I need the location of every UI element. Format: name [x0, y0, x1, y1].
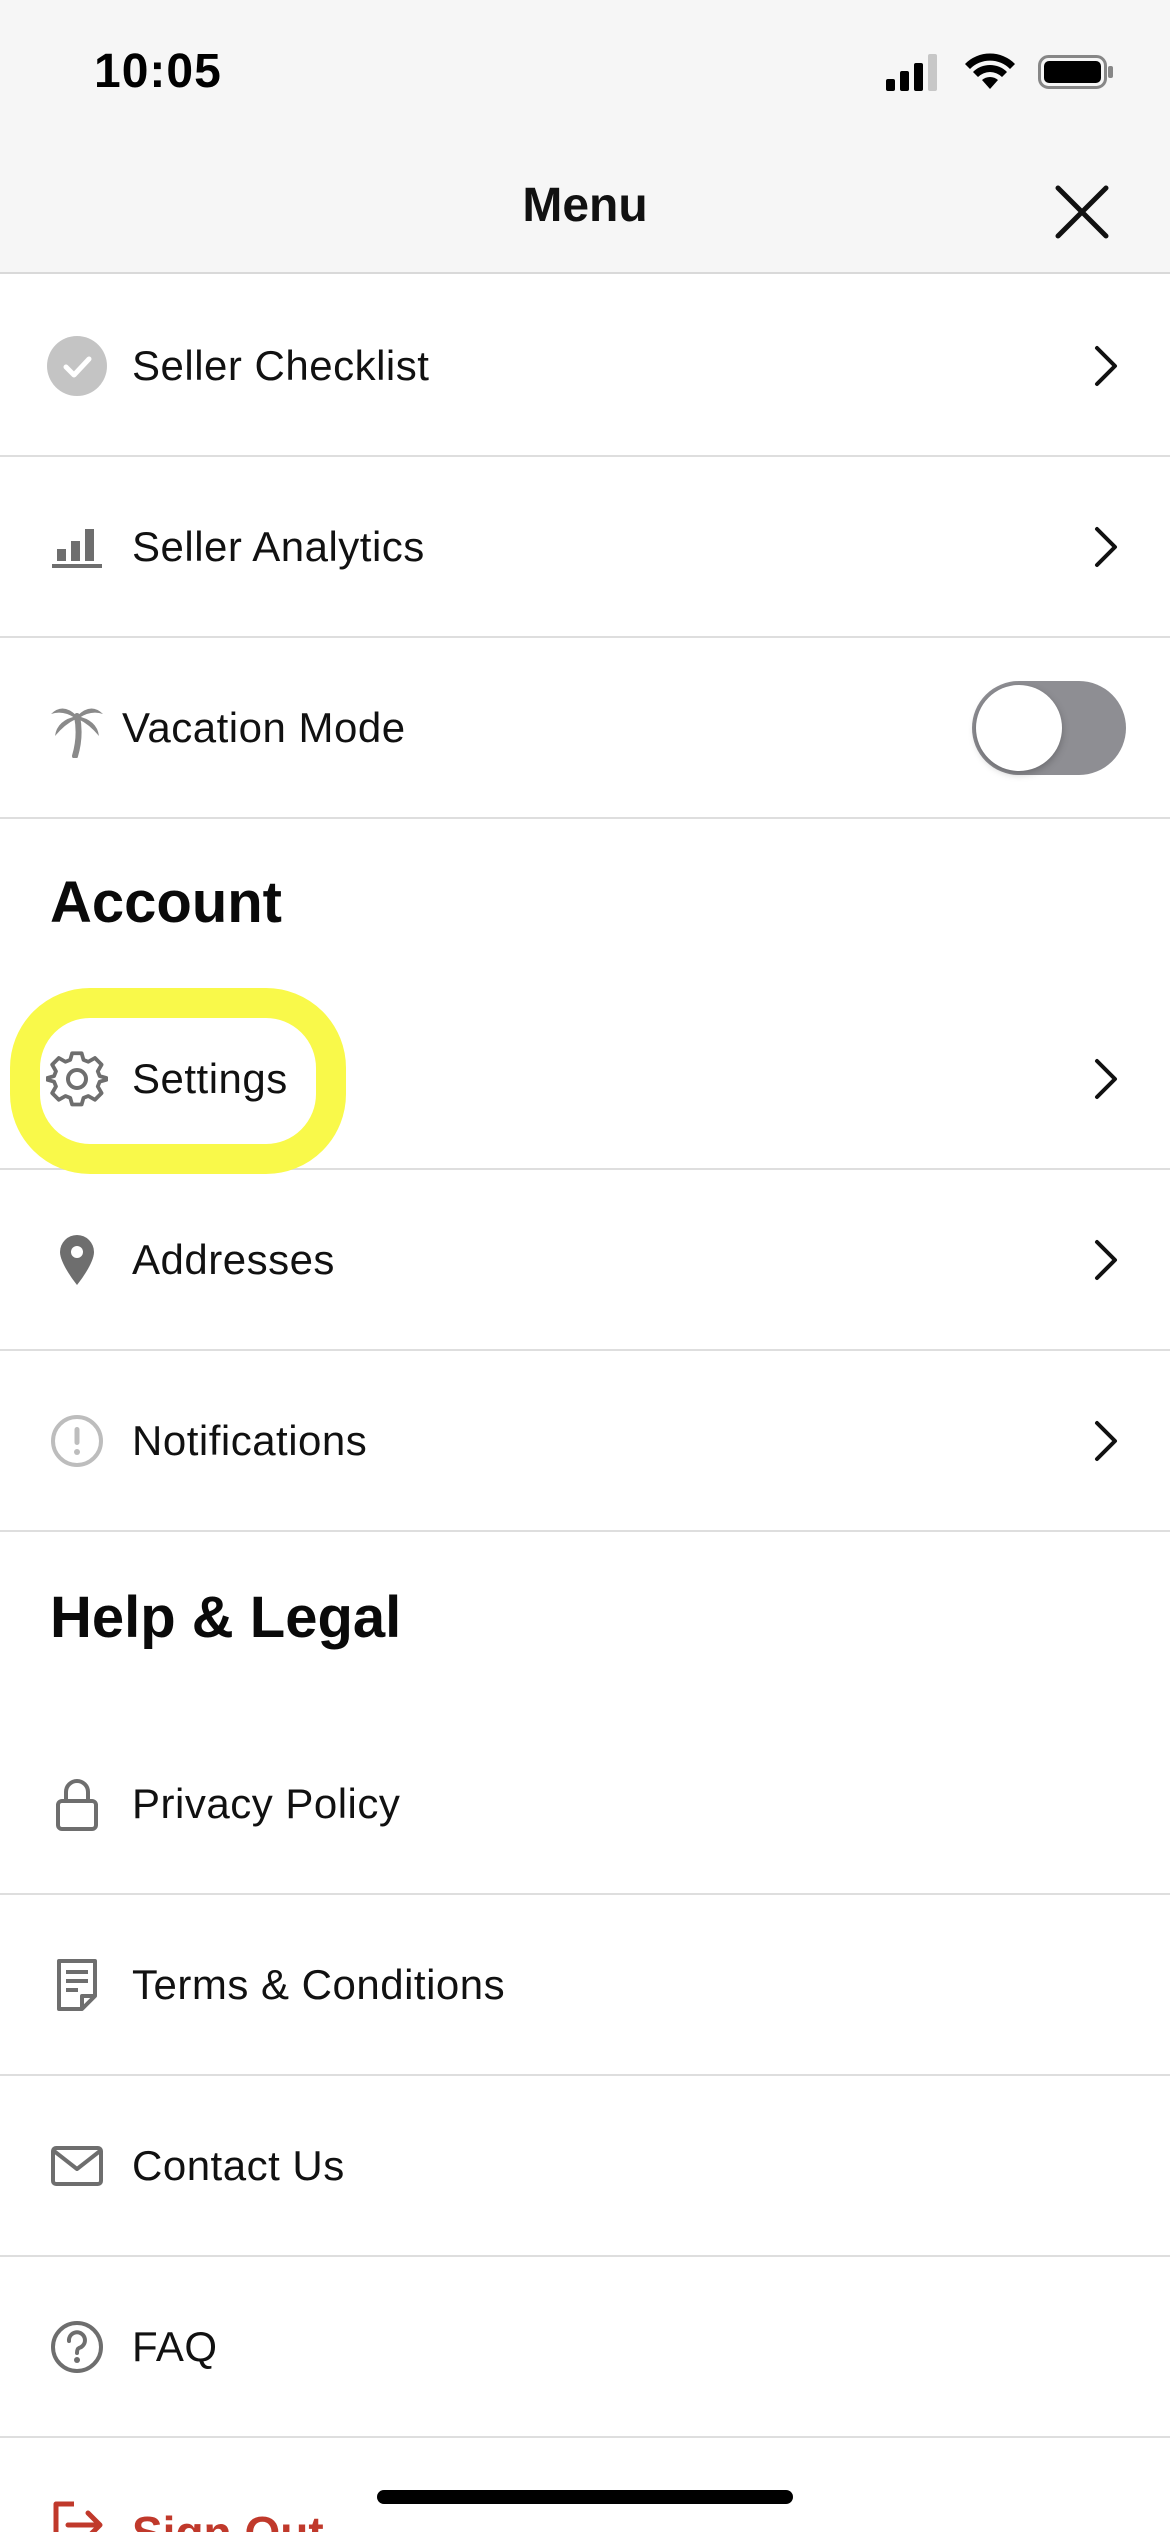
- menu-item-label: Seller Checklist: [132, 341, 430, 389]
- vacation-mode-toggle[interactable]: [972, 680, 1126, 775]
- toggle-knob: [976, 684, 1062, 771]
- chevron-right-icon: [1086, 336, 1126, 396]
- bar-chart-icon: [46, 516, 108, 578]
- menu-list: Seller Checklist Seller Analytics Vacati…: [0, 276, 1170, 2438]
- section-header-account: Account: [0, 819, 1170, 989]
- menu-item-privacy-policy[interactable]: Privacy Policy: [0, 1714, 1170, 1895]
- nav-bar: Menu: [0, 140, 1170, 274]
- section-title: Help & Legal: [50, 1585, 402, 1650]
- gear-icon: [46, 1048, 108, 1110]
- mail-icon: [46, 2135, 108, 2197]
- section-title: Account: [50, 870, 282, 935]
- close-icon: [1052, 182, 1112, 247]
- status-time: 10:05: [94, 45, 222, 98]
- menu-item-label: Terms & Conditions: [132, 1960, 506, 2008]
- menu-item-contact-us[interactable]: Contact Us: [0, 2076, 1170, 2257]
- document-icon: [46, 1954, 108, 2016]
- close-button[interactable]: [1042, 174, 1122, 254]
- home-indicator: [377, 2490, 793, 2504]
- battery-icon: [1038, 53, 1114, 96]
- chevron-right-icon: [1086, 1230, 1126, 1290]
- menu-item-addresses[interactable]: Addresses: [0, 1170, 1170, 1351]
- menu-item-label: Privacy Policy: [132, 1779, 401, 1827]
- section-header-help-legal: Help & Legal: [0, 1532, 1170, 1714]
- menu-item-label: Contact Us: [132, 2141, 345, 2189]
- alert-circle-icon: [46, 1410, 108, 1472]
- menu-item-terms-conditions[interactable]: Terms & Conditions: [0, 1895, 1170, 2076]
- palm-tree-icon: [46, 697, 108, 759]
- sign-out-icon: [50, 2500, 106, 2532]
- menu-item-vacation-mode: Vacation Mode: [0, 638, 1170, 819]
- sign-out-label: Sign Out: [132, 2506, 324, 2532]
- menu-item-label: Notifications: [132, 1416, 368, 1464]
- chevron-right-icon: [1086, 1049, 1126, 1109]
- menu-item-settings[interactable]: Settings: [0, 989, 1170, 1170]
- chevron-right-icon: [1086, 1411, 1126, 1471]
- page-title: Menu: [522, 179, 648, 232]
- menu-item-seller-checklist[interactable]: Seller Checklist: [0, 276, 1170, 457]
- lock-icon: [46, 1773, 108, 1835]
- sign-out-button[interactable]: Sign Out: [0, 2420, 1170, 2532]
- menu-item-label: Addresses: [132, 1235, 335, 1283]
- question-circle-icon: [46, 2316, 108, 2378]
- menu-item-label: FAQ: [132, 2322, 218, 2370]
- status-icons: [886, 52, 1114, 96]
- menu-item-notifications[interactable]: Notifications: [0, 1351, 1170, 1532]
- chevron-right-icon: [1086, 517, 1126, 577]
- menu-item-seller-analytics[interactable]: Seller Analytics: [0, 457, 1170, 638]
- menu-item-label: Vacation Mode: [122, 703, 406, 751]
- signal-icon: [886, 53, 942, 96]
- menu-item-label: Seller Analytics: [132, 522, 425, 570]
- menu-item-faq[interactable]: FAQ: [0, 2257, 1170, 2438]
- wifi-icon: [964, 52, 1016, 96]
- status-bar: 10:05: [0, 0, 1170, 140]
- location-pin-icon: [46, 1229, 108, 1291]
- check-circle-icon: [46, 335, 108, 397]
- menu-item-label: Settings: [132, 1054, 288, 1102]
